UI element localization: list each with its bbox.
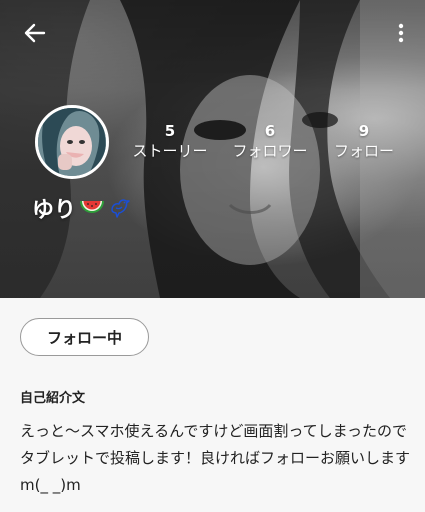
back-button[interactable] (18, 18, 52, 48)
bio-text: えっと〜スマホ使えるんですけど画面割ってしまったのでタブレットで投稿します！良け… (20, 422, 411, 494)
following-count: 9 (358, 122, 370, 140)
avatar-image (38, 108, 106, 176)
followers-stat[interactable]: 6 フォロワー (225, 122, 315, 162)
username: ゆり (32, 198, 77, 223)
profile-header: 5 ストーリー 6 フォロワー 9 フォロー ゆり (0, 0, 425, 298)
arrow-left-icon (24, 23, 46, 43)
bird-icon (111, 199, 130, 218)
avatar[interactable] (35, 105, 109, 179)
stories-count: 5 (164, 122, 176, 140)
followers-label: フォロワー (232, 142, 308, 160)
watermelon-emoji (80, 201, 105, 213)
username-row: ゆり (32, 192, 132, 224)
followers-count: 6 (264, 122, 276, 140)
following-toggle-button[interactable]: フォロー中 (20, 318, 149, 356)
following-label: フォロー (333, 142, 394, 160)
more-vert-icon (398, 23, 404, 43)
following-stat[interactable]: 9 フォロー (325, 122, 403, 162)
stories-stat[interactable]: 5 ストーリー (124, 122, 216, 162)
bio-title: 自己紹介文 (20, 391, 86, 406)
more-options-button[interactable] (391, 18, 411, 48)
stories-label: ストーリー (132, 142, 208, 160)
